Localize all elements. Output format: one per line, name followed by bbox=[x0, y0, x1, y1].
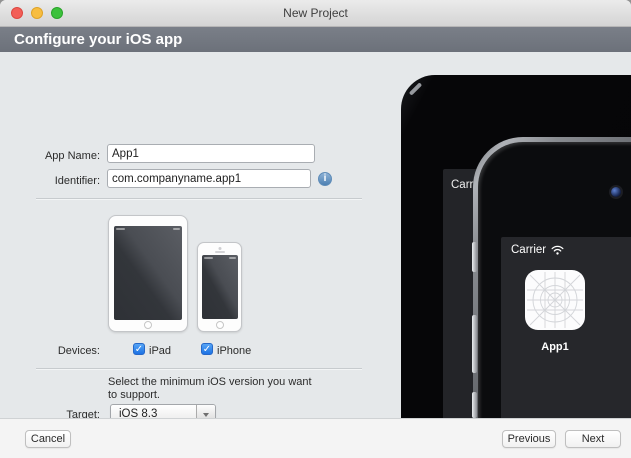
foreground-iphone-mockup: Carrier bbox=[473, 137, 631, 418]
status-mark bbox=[116, 228, 125, 230]
iphone-speaker-icon bbox=[215, 251, 225, 254]
form-panel: App Name: Identifier: i bbox=[0, 52, 373, 418]
iphone-screen bbox=[202, 255, 238, 319]
ipad-screen bbox=[114, 226, 182, 320]
foreground-iphone-bezel: Carrier bbox=[478, 142, 631, 418]
content-area: App Name: Identifier: i bbox=[0, 52, 631, 418]
app-icon-label: App1 bbox=[525, 341, 585, 353]
app-name-label: App Name: bbox=[0, 150, 100, 162]
identifier-label: Identifier: bbox=[0, 175, 100, 187]
separator bbox=[36, 368, 362, 369]
chevron-down-icon bbox=[203, 413, 209, 417]
target-help-text: Select the minimum iOS version you want … bbox=[108, 376, 313, 402]
ipad-home-button-icon bbox=[144, 321, 152, 329]
foreground-iphone-screen: Carrier bbox=[501, 237, 631, 418]
iphone-camera-icon bbox=[218, 247, 221, 250]
device-preview-panel: Carrier Carrier bbox=[373, 52, 631, 418]
page-title: Configure your iOS app bbox=[0, 27, 631, 52]
ipad-checkbox[interactable]: ✓ bbox=[133, 343, 145, 355]
wifi-icon bbox=[551, 245, 564, 255]
volume-button-icon bbox=[472, 315, 477, 373]
default-app-icon bbox=[525, 270, 585, 330]
iphone-checkbox-label[interactable]: iPhone bbox=[217, 345, 251, 357]
volume-button-icon bbox=[472, 392, 477, 418]
status-mark bbox=[173, 228, 180, 230]
iphone-image bbox=[197, 242, 242, 332]
new-project-window: New Project Configure your iOS app App N… bbox=[0, 0, 631, 458]
previous-button[interactable]: Previous bbox=[502, 430, 556, 448]
cancel-button[interactable]: Cancel bbox=[25, 430, 71, 448]
wizard-header: Configure your iOS app bbox=[0, 27, 631, 52]
status-mark bbox=[204, 257, 213, 259]
devices-label: Devices: bbox=[0, 345, 100, 357]
front-camera-icon bbox=[611, 187, 621, 197]
next-button[interactable]: Next bbox=[565, 430, 621, 448]
volume-button-icon bbox=[472, 242, 477, 272]
iphone-home-button-icon bbox=[216, 321, 224, 329]
antenna-line bbox=[409, 82, 422, 95]
carrier-status-text: Carrier bbox=[511, 244, 546, 256]
info-icon[interactable]: i bbox=[318, 172, 332, 186]
footer-bar: Cancel Previous Next bbox=[0, 418, 631, 458]
title-bar: New Project bbox=[0, 0, 631, 27]
separator bbox=[36, 198, 362, 199]
ipad-image bbox=[108, 215, 188, 332]
app-name-input[interactable] bbox=[107, 144, 315, 163]
status-mark bbox=[229, 257, 236, 259]
iphone-checkbox[interactable]: ✓ bbox=[201, 343, 213, 355]
identifier-input[interactable] bbox=[107, 169, 311, 188]
ipad-checkbox-label[interactable]: iPad bbox=[149, 345, 171, 357]
window-title: New Project bbox=[0, 6, 631, 20]
